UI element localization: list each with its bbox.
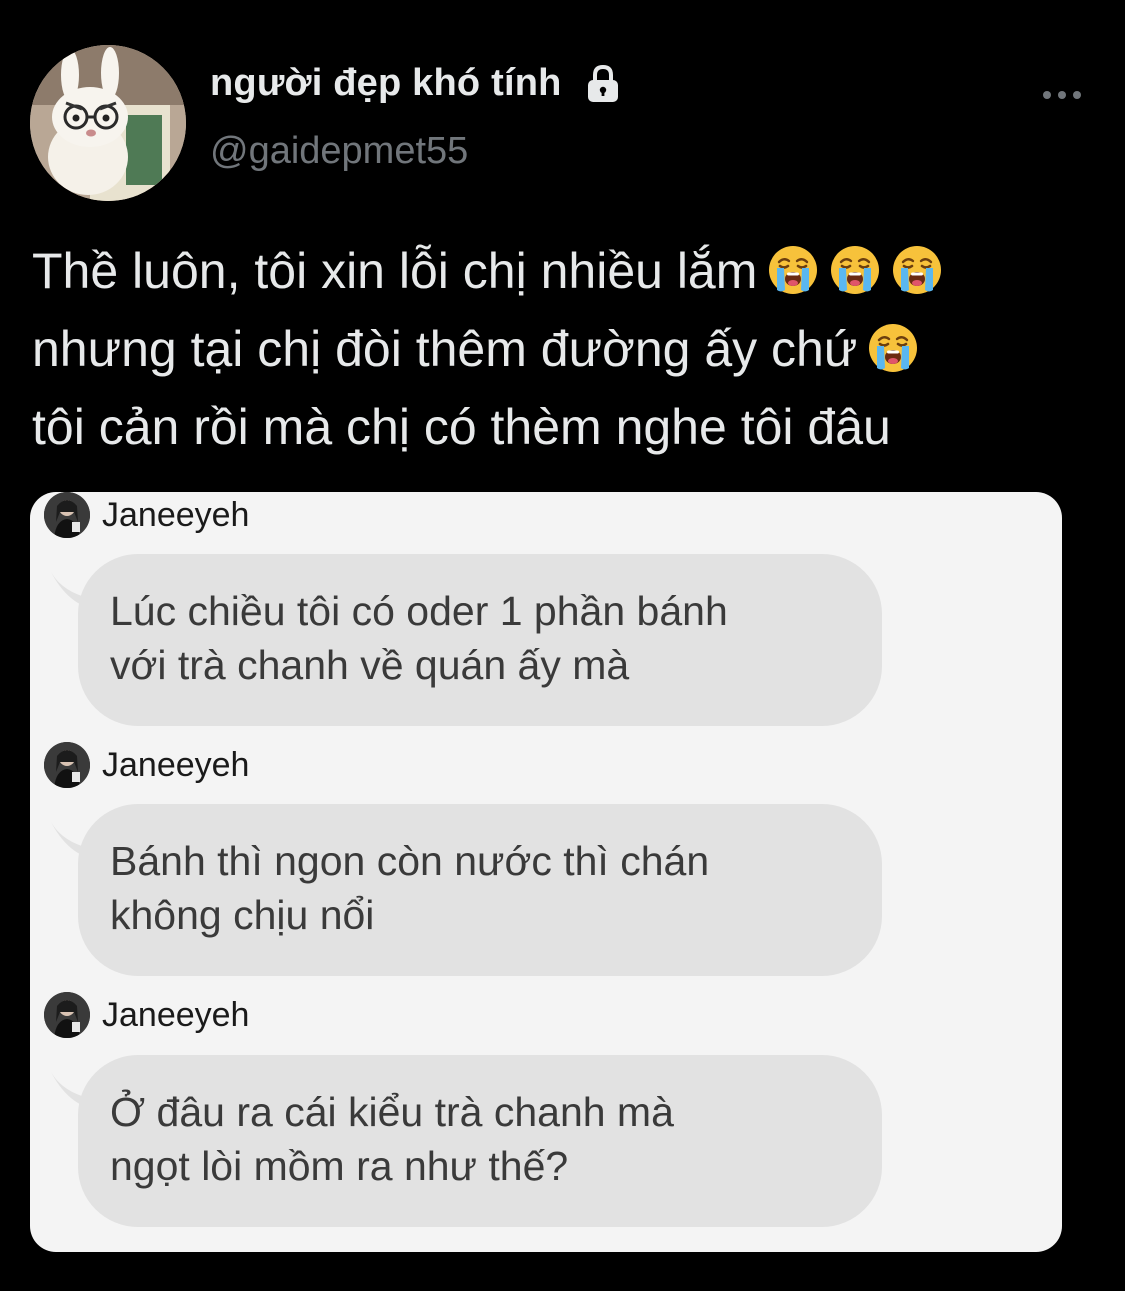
lock-icon <box>582 63 624 105</box>
message-bubble: Ở đâu ra cái kiểu trà chanh mà ngọt lòi … <box>78 1055 882 1227</box>
message-text: Bánh thì ngon còn nước thì chán không ch… <box>110 834 870 942</box>
message-text: Ở đâu ra cái kiểu trà chanh mà ngọt lòi … <box>110 1085 870 1193</box>
message-text: Lúc chiều tôi có oder 1 phần bánh với tr… <box>110 584 870 692</box>
crying-emoji-icon <box>867 322 919 374</box>
sender-avatar <box>44 992 90 1038</box>
tweet-line-text: nhưng tại chị đòi thêm đường ấy chứ <box>32 321 858 377</box>
user-handle[interactable]: @gaidepmet55 <box>210 130 468 173</box>
sender-avatar <box>44 492 90 538</box>
sender-name: Janeeyeh <box>102 995 250 1034</box>
profile-avatar[interactable] <box>30 45 186 201</box>
tweet-header: người đẹp khó tính @gaidepmet55 <box>0 0 1125 210</box>
tweet-text: Thề luôn, tôi xin lỗi chị nhiều lắm nhưn… <box>32 232 1102 466</box>
display-name[interactable]: người đẹp khó tính <box>210 62 562 105</box>
message-sender: Janeeyeh <box>44 992 249 1038</box>
message-sender: Janeeyeh <box>44 492 249 538</box>
message-bubble: Bánh thì ngon còn nước thì chán không ch… <box>78 804 882 976</box>
message-line: Ở đâu ra cái kiểu trà chanh mà <box>110 1089 674 1135</box>
sender-name: Janeeyeh <box>102 745 250 784</box>
tweet-line-text: Thề luôn, tôi xin lỗi chị nhiều lắm <box>32 243 758 299</box>
name-row: người đẹp khó tính <box>210 62 624 105</box>
attached-image-chat-screenshot[interactable]: Janeeyeh Lúc chiều tôi có oder 1 phần bá… <box>30 492 1062 1252</box>
crying-emoji-icon <box>829 244 881 296</box>
message-line: Lúc chiều tôi có oder 1 phần bánh <box>110 588 728 634</box>
message-bubble: Lúc chiều tôi có oder 1 phần bánh với tr… <box>78 554 882 726</box>
message-line: không chịu nổi <box>110 892 375 938</box>
tweet-line: tôi cản rồi mà chị có thèm nghe tôi đâu <box>32 388 1102 466</box>
sender-avatar <box>44 742 90 788</box>
crying-emoji-icon <box>767 244 819 296</box>
crying-emoji-icon <box>891 244 943 296</box>
sender-name: Janeeyeh <box>102 495 250 534</box>
tweet-line: nhưng tại chị đòi thêm đường ấy chứ <box>32 310 1102 388</box>
message-line: ngọt lòi mồm ra như thế? <box>110 1143 569 1189</box>
tweet-line: Thề luôn, tôi xin lỗi chị nhiều lắm <box>32 232 1102 310</box>
tweet-line-text: tôi cản rồi mà chị có thèm nghe tôi đâu <box>32 399 891 455</box>
message-sender: Janeeyeh <box>44 742 249 788</box>
message-line: Bánh thì ngon còn nước thì chán <box>110 838 710 884</box>
more-horizontal-icon[interactable] <box>1040 82 1084 108</box>
message-line: với trà chanh về quán ấy mà <box>110 642 630 688</box>
